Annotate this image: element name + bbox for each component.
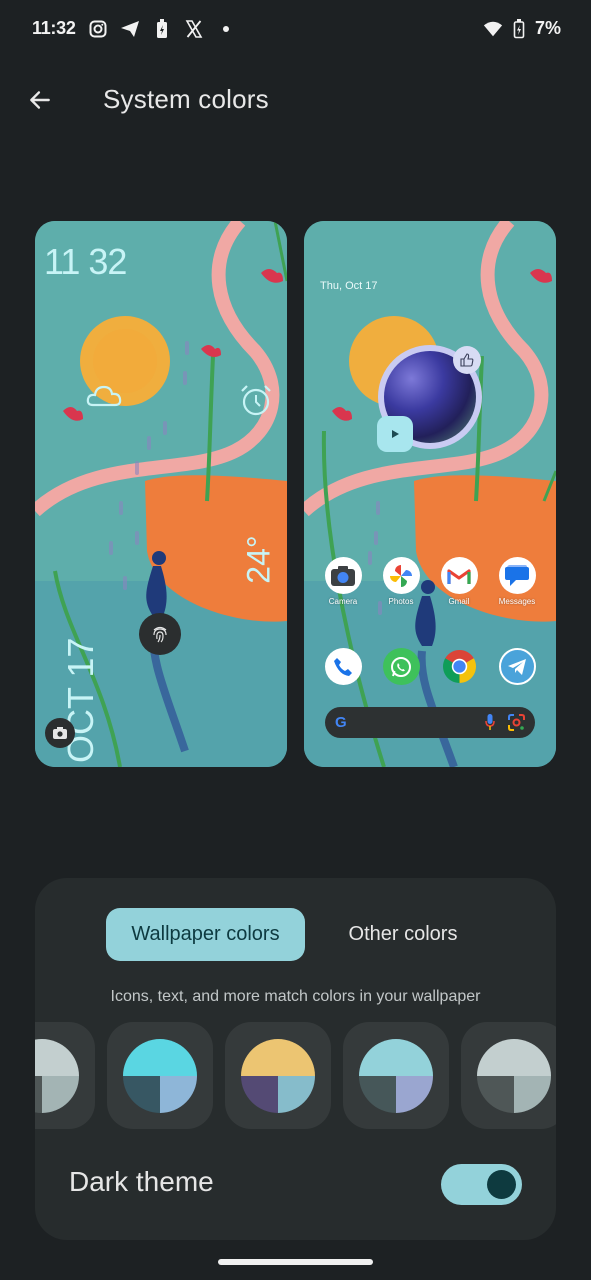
x-icon bbox=[184, 19, 204, 39]
camera-icon bbox=[324, 557, 362, 594]
phone-icon bbox=[324, 648, 362, 685]
hint-text: Icons, text, and more match colors in yo… bbox=[110, 988, 481, 1005]
color-swatch-option[interactable] bbox=[35, 1022, 95, 1129]
cloud-icon bbox=[85, 379, 125, 414]
swatch-color-segment bbox=[241, 1075, 278, 1113]
whatsapp-icon bbox=[382, 648, 420, 685]
lock-camera-button[interactable] bbox=[45, 718, 75, 748]
swatch-color-segment bbox=[359, 1038, 433, 1076]
app-chrome[interactable] bbox=[431, 648, 487, 685]
color-swatch-option[interactable] bbox=[343, 1022, 449, 1129]
color-swatch-option[interactable] bbox=[225, 1022, 331, 1129]
page-title: System colors bbox=[103, 84, 269, 114]
app-photos[interactable]: Photos bbox=[373, 557, 429, 606]
mic-icon[interactable] bbox=[485, 714, 495, 736]
swatch-color-segment bbox=[477, 1075, 514, 1113]
battery-charging-icon bbox=[509, 18, 529, 39]
app-gmail[interactable]: Gmail bbox=[431, 557, 487, 606]
alarm-icon bbox=[239, 383, 273, 422]
arrow-back-icon bbox=[30, 91, 50, 109]
app-whatsapp[interactable] bbox=[373, 648, 429, 685]
swatch-color-segment bbox=[42, 1075, 79, 1113]
color-swatch-option[interactable] bbox=[461, 1022, 556, 1129]
status-time: 11:32 bbox=[32, 18, 76, 38]
swatch-color-segment bbox=[123, 1038, 197, 1076]
color-swatch-option[interactable] bbox=[107, 1022, 213, 1129]
photos-icon bbox=[382, 557, 420, 594]
app-bar: System colors bbox=[0, 76, 591, 124]
swatch-color-segment bbox=[359, 1075, 396, 1113]
app-label: Camera bbox=[328, 597, 358, 606]
instagram-icon bbox=[88, 19, 108, 39]
lock-temperature: 24° bbox=[240, 535, 277, 584]
app-label: Gmail bbox=[448, 597, 470, 606]
google-search-bar[interactable]: G bbox=[325, 707, 535, 738]
swatch-color-segment bbox=[123, 1075, 160, 1113]
lock-clock: 11 32 bbox=[44, 241, 127, 282]
swatch-color-segment bbox=[514, 1075, 551, 1113]
battery-percent: 7% bbox=[534, 18, 561, 38]
status-bar: 11:32 7% bbox=[0, 14, 591, 44]
back-button[interactable] bbox=[22, 82, 58, 118]
fingerprint-button[interactable] bbox=[139, 613, 181, 655]
more-dot-icon bbox=[216, 19, 236, 39]
app-messages[interactable]: Messages bbox=[489, 557, 545, 606]
color-swatch-preview bbox=[241, 1038, 315, 1113]
home-indicator[interactable] bbox=[218, 1259, 373, 1265]
home-screen-preview[interactable]: Thu, Oct 17 Camera Photos Gmail Messages bbox=[304, 221, 556, 767]
dark-theme-toggle[interactable] bbox=[441, 1164, 522, 1205]
dark-theme-label: Dark theme bbox=[69, 1166, 214, 1197]
color-options-card: Wallpaper colors Other colors Icons, tex… bbox=[35, 878, 556, 1240]
messages-icon bbox=[498, 557, 536, 594]
telegram-icon bbox=[120, 19, 140, 39]
swatch-color-segment bbox=[160, 1075, 197, 1113]
tab-wallpaper-colors[interactable]: Wallpaper colors bbox=[106, 908, 305, 961]
like-button[interactable] bbox=[453, 346, 481, 374]
thumb-up-icon bbox=[460, 353, 474, 367]
app-label: Photos bbox=[388, 597, 414, 606]
wifi-icon bbox=[483, 19, 503, 39]
swatch-color-segment bbox=[278, 1075, 315, 1113]
swatch-color-segment bbox=[35, 1038, 79, 1076]
status-right: 7% bbox=[483, 18, 561, 39]
play-button[interactable] bbox=[377, 416, 413, 452]
lens-icon[interactable] bbox=[508, 714, 525, 736]
app-label: Messages bbox=[498, 597, 536, 606]
toggle-knob bbox=[487, 1170, 516, 1199]
app-telegram[interactable] bbox=[489, 648, 545, 685]
google-logo-icon: G bbox=[335, 714, 347, 731]
home-date: Thu, Oct 17 bbox=[320, 280, 378, 292]
battery-saver-icon bbox=[152, 18, 172, 39]
app-camera[interactable]: Camera bbox=[315, 557, 371, 606]
swatch-color-segment bbox=[241, 1038, 315, 1076]
telegram-icon bbox=[498, 648, 536, 685]
color-swatch-preview bbox=[359, 1038, 433, 1113]
play-icon bbox=[392, 430, 399, 438]
chrome-icon bbox=[441, 648, 478, 685]
swatch-color-segment bbox=[35, 1075, 42, 1113]
app-phone[interactable] bbox=[315, 648, 371, 685]
wallpaper-image bbox=[304, 221, 556, 767]
color-swatch-preview bbox=[123, 1038, 197, 1113]
tab-other-colors[interactable]: Other colors bbox=[325, 908, 481, 961]
camera-icon bbox=[53, 727, 67, 739]
color-swatch-preview bbox=[477, 1038, 551, 1113]
color-swatch-list bbox=[35, 1022, 556, 1129]
fingerprint-icon bbox=[153, 626, 167, 643]
lock-screen-preview[interactable]: 11 32 THU OCT 17 24° bbox=[35, 221, 287, 767]
color-swatch-preview bbox=[35, 1038, 79, 1113]
swatch-color-segment bbox=[477, 1038, 551, 1076]
status-left: 11:32 bbox=[32, 18, 236, 39]
swatch-color-segment bbox=[396, 1075, 433, 1113]
gmail-icon bbox=[440, 557, 478, 594]
